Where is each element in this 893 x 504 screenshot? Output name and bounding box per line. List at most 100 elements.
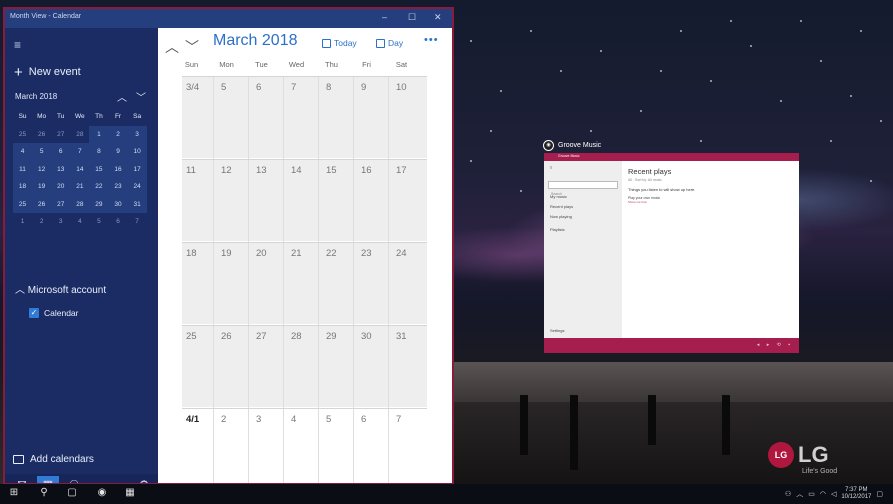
mini-calendar-day[interactable]: 21 (70, 178, 90, 196)
today-button[interactable]: Today (322, 38, 357, 48)
mini-calendar-month[interactable]: March 2018 (15, 92, 57, 101)
close-button[interactable]: ✕ (434, 12, 442, 23)
chevron-down-icon[interactable]: ﹀ (185, 39, 205, 55)
day-cell[interactable]: 6 (256, 82, 261, 93)
day-view-button[interactable]: Day (376, 38, 403, 48)
mini-calendar-day[interactable]: 1 (13, 213, 32, 231)
mini-calendar-day[interactable]: 28 (70, 126, 89, 144)
mini-calendar-day[interactable]: 15 (89, 160, 109, 178)
task-view-icon[interactable]: ▢ (64, 487, 80, 498)
day-cell[interactable]: 23 (361, 248, 372, 259)
chevron-up-icon[interactable]: ︿ (796, 489, 803, 499)
mini-calendar-day[interactable]: 3 (127, 125, 147, 143)
mini-calendar-day[interactable]: 2 (32, 213, 51, 231)
day-cell[interactable]: 13 (256, 165, 267, 176)
mini-calendar-day[interactable]: 11 (13, 160, 33, 178)
mini-calendar-day[interactable]: 7 (70, 143, 90, 161)
add-calendars-button[interactable]: Add calendars (13, 454, 94, 465)
day-cell[interactable]: 2 (221, 414, 226, 425)
volume-icon[interactable]: ◁ (831, 490, 836, 498)
battery-icon[interactable]: ▭ (808, 490, 815, 498)
day-cell[interactable]: 31 (396, 331, 407, 342)
day-cell[interactable]: 5 (221, 82, 226, 93)
calendar-window[interactable]: Month View - Calendar – ☐ ✕ ≡ + New event… (3, 7, 454, 485)
minimize-button[interactable]: – (382, 12, 387, 22)
mini-calendar-day[interactable]: 31 (127, 195, 147, 213)
calendar-taskbar-icon[interactable]: ▦ (122, 487, 138, 498)
microsoft-account-header[interactable]: ︿ Microsoft account (15, 281, 106, 296)
mini-calendar-day[interactable]: 30 (108, 195, 128, 213)
mini-calendar-day[interactable]: 3 (51, 213, 70, 231)
day-cell[interactable]: 3/4 (186, 82, 199, 93)
day-cell[interactable]: 15 (326, 165, 337, 176)
mini-calendar-day[interactable]: 20 (51, 178, 71, 196)
mini-calendar-day[interactable]: 4 (70, 213, 89, 231)
mini-calendar-day[interactable]: 25 (13, 126, 32, 144)
day-cell[interactable]: 20 (256, 248, 267, 259)
day-cell[interactable]: 6 (361, 414, 366, 425)
day-cell[interactable]: 4 (291, 414, 296, 425)
mini-calendar-day[interactable]: 14 (70, 160, 90, 178)
day-cell[interactable]: 22 (326, 248, 337, 259)
mini-calendar-day[interactable]: 9 (108, 143, 128, 161)
day-cell[interactable]: 14 (291, 165, 302, 176)
day-cell[interactable]: 4/1 (186, 414, 199, 425)
mini-calendar-day[interactable]: 24 (127, 178, 147, 196)
mini-calendar-day[interactable]: 1 (89, 125, 109, 143)
day-cell[interactable]: 21 (291, 248, 302, 259)
mini-calendar-day[interactable]: 22 (89, 178, 109, 196)
day-cell[interactable]: 7 (291, 82, 296, 93)
day-cell[interactable]: 27 (256, 331, 267, 342)
checkbox-checked-icon[interactable]: ✓ (29, 308, 39, 318)
mini-calendar-day[interactable]: 25 (13, 195, 33, 213)
mini-calendar-day[interactable]: 28 (70, 195, 90, 213)
more-options-icon[interactable]: ••• (424, 34, 439, 46)
day-cell[interactable]: 28 (291, 331, 302, 342)
day-cell[interactable]: 12 (221, 165, 232, 176)
day-cell[interactable]: 7 (396, 414, 401, 425)
new-event-button[interactable]: + New event (14, 64, 81, 81)
mini-calendar-day[interactable]: 26 (32, 195, 52, 213)
mini-calendar-day[interactable]: 2 (108, 125, 128, 143)
mini-calendar-day[interactable]: 29 (89, 195, 109, 213)
people-icon[interactable]: ⚇ (785, 490, 791, 498)
month-title[interactable]: March 2018 (213, 32, 298, 50)
search-icon[interactable]: ⚲ (36, 487, 52, 498)
groove-task-label[interactable]: ◉ Groove Music (543, 140, 601, 151)
mini-calendar-day[interactable]: 5 (32, 143, 52, 161)
hamburger-menu-icon[interactable]: ≡ (14, 38, 21, 52)
mini-calendar-day[interactable]: 16 (108, 160, 128, 178)
day-cell[interactable]: 11 (186, 165, 196, 176)
mini-calendar-day[interactable]: 18 (13, 178, 33, 196)
windows-start-icon[interactable]: ⊞ (6, 487, 22, 498)
day-cell[interactable]: 26 (221, 331, 232, 342)
calendar-toggle[interactable]: ✓ Calendar (29, 308, 79, 318)
day-cell[interactable]: 9 (361, 82, 366, 93)
chevron-up-icon[interactable]: ︿ (117, 93, 136, 104)
title-bar[interactable]: Month View - Calendar – ☐ ✕ (5, 9, 452, 28)
mini-calendar-day[interactable]: 13 (51, 160, 71, 178)
day-cell[interactable]: 29 (326, 331, 337, 342)
day-cell[interactable]: 17 (396, 165, 407, 176)
mini-calendar-day[interactable]: 27 (51, 195, 71, 213)
groove-music-window-thumbnail[interactable]: Groove Music ≡ Search My music Recent pl… (544, 153, 799, 353)
notifications-icon[interactable]: ▢ (876, 490, 883, 498)
day-cell[interactable]: 3 (256, 414, 261, 425)
mini-calendar-day[interactable]: 19 (32, 178, 52, 196)
chevron-up-icon[interactable]: ︿ (165, 39, 185, 55)
day-cell[interactable]: 18 (186, 248, 197, 259)
mini-calendar-day[interactable]: 23 (108, 178, 128, 196)
mini-calendar-day[interactable]: 10 (127, 143, 147, 161)
mini-calendar-day[interactable]: 27 (51, 126, 70, 144)
mini-calendar-day[interactable]: 26 (32, 126, 51, 144)
mini-calendar-day[interactable]: 17 (127, 160, 147, 178)
day-cell[interactable]: 25 (186, 331, 197, 342)
maximize-button[interactable]: ☐ (408, 12, 416, 23)
mini-calendar-day[interactable]: 7 (128, 213, 147, 231)
mini-calendar-day[interactable]: 6 (51, 143, 71, 161)
day-cell[interactable]: 5 (326, 414, 331, 425)
day-cell[interactable]: 8 (326, 82, 331, 93)
mini-calendar-day[interactable]: 5 (89, 213, 108, 231)
mini-calendar-day[interactable]: 8 (89, 143, 109, 161)
day-cell[interactable]: 16 (361, 165, 372, 176)
